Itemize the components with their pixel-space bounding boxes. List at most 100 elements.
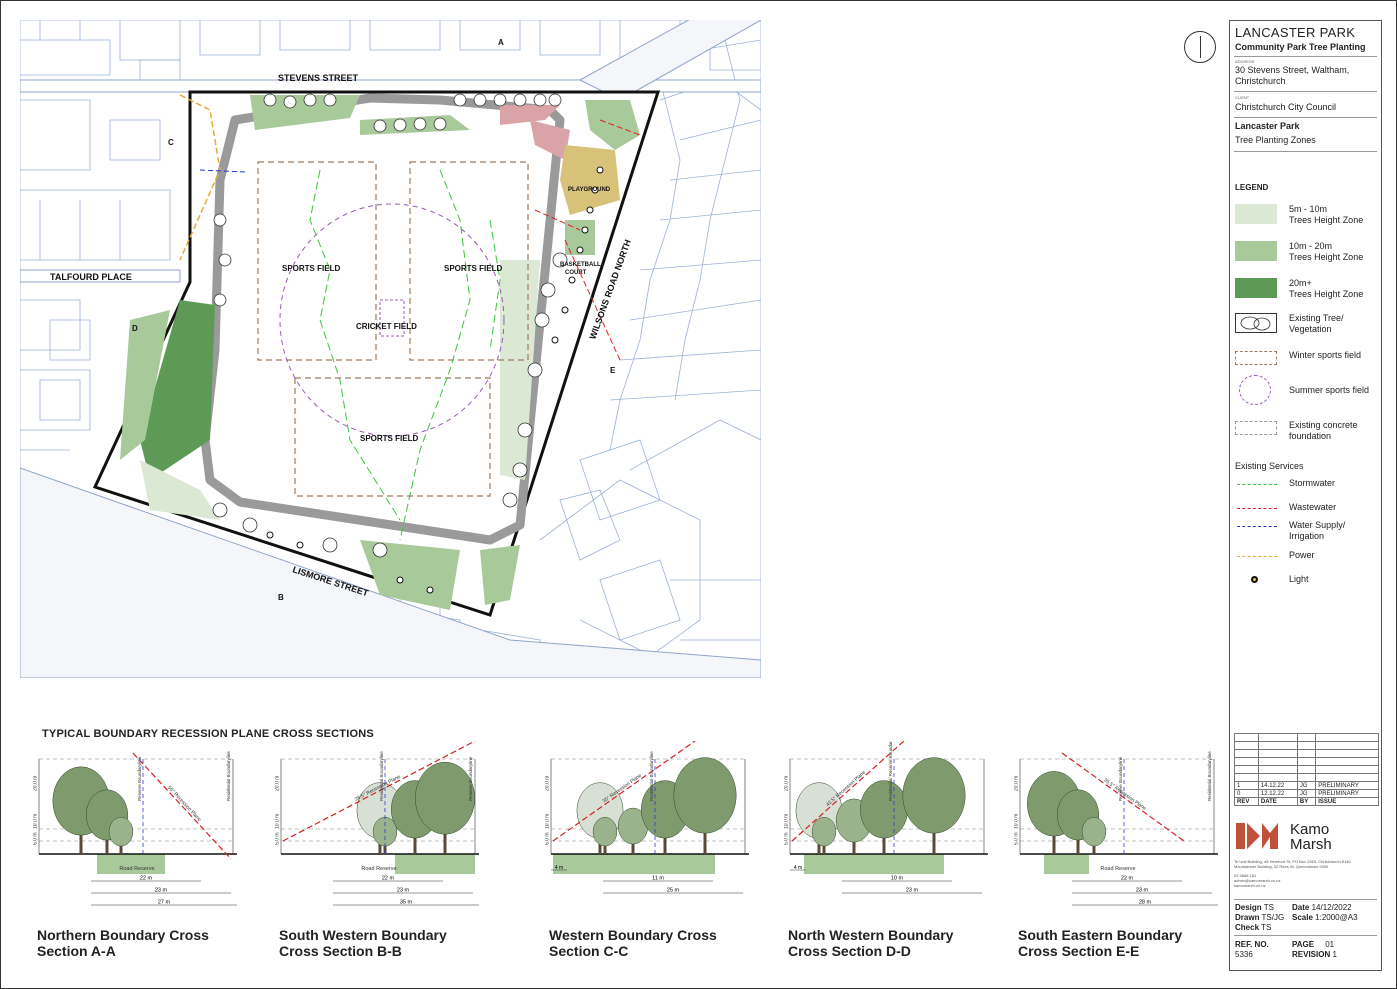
divider [1234, 151, 1377, 152]
dimension-label: 4 m [794, 865, 802, 871]
divider [1234, 935, 1377, 936]
tree-canopy-icon [859, 780, 909, 839]
dimension-label: 22 m [1121, 876, 1134, 882]
legend-label: 5m - 10m [1289, 204, 1328, 214]
talfourd-place-label: TALFOURD PLACE [50, 272, 132, 282]
legend-swatch [1235, 241, 1277, 261]
height-label: 5.0 m [275, 832, 281, 845]
dimension-label: 27 m [158, 900, 171, 906]
section-graphic: 20.0 m 10.0 m 5.0 m 35.5° Recession Plane Ro… [1014, 751, 1218, 906]
cross-section-d-d: 20.0 m 10.0 m 5.0 m 42.5° Recession Plane 4 … [784, 741, 994, 971]
north-arrow-icon [1184, 31, 1216, 63]
legend-item-20m-plus: 20m+ Trees Height Zone [1235, 275, 1380, 301]
legend-label: Existing Tree/ [1289, 313, 1344, 323]
planting-zone-strip [395, 854, 475, 874]
service-label: Power [1289, 550, 1315, 560]
legend-label: 10m - 20m [1289, 241, 1333, 251]
drawn-value: TS/JG [1261, 913, 1285, 922]
date-label: Date [1292, 903, 1310, 912]
cross-section-a-a: 20.0 m 10.0 m 5.0 m 55° Recession Plane Road… [33, 741, 243, 971]
legend-title: LEGEND [1235, 183, 1269, 192]
marker-c: C [168, 138, 174, 147]
tree-canopy-icon [673, 757, 737, 834]
boundary-label: Reserve Boundaryline [468, 756, 473, 801]
legend-item-summer-field: Summer sports field [1235, 375, 1380, 405]
tree-canopy-icon [1081, 817, 1107, 847]
marker-a: A [498, 38, 504, 47]
legend-item-5-10m: 5m - 10m Trees Height Zone [1235, 201, 1380, 227]
section-caption-1: Northern Boundary Cross [37, 927, 209, 943]
address-line-1: 30 Stevens Street, Waltham, [1235, 65, 1350, 75]
drawing-sheet: STEVENS STREET TALFOURD PLACE LISMORE ST… [0, 0, 1397, 989]
legend-item-concrete-foundation: Existing concrete foundation [1235, 417, 1380, 443]
tree-canopy-icon [902, 757, 966, 834]
dimension-label: 11 m [652, 876, 664, 882]
sheet-name: Lancaster Park [1235, 121, 1300, 131]
legend-item-winter-field: Winter sports field [1235, 345, 1380, 371]
service-wastewater: Wastewater [1235, 502, 1380, 516]
height-label: 5.0 m [545, 832, 551, 845]
legend-label: Trees Height Zone [1289, 252, 1364, 262]
boundary-label: Residential Boundaryline [649, 751, 654, 801]
dimension-label: 23 m [906, 888, 919, 894]
height-label: 10.0 m [33, 814, 39, 829]
legend-label: Winter sports field [1289, 350, 1362, 360]
stevens-street-label: STEVENS STREET [278, 73, 359, 83]
marker-e: E [610, 366, 616, 375]
boundary-label: Reserve Boundaryline [137, 756, 142, 801]
height-label: 5.0 m [33, 832, 39, 845]
wastewater-line [1237, 508, 1277, 509]
recession-plane-label: 55° Recession Plane [166, 785, 202, 823]
power-line [1237, 556, 1277, 557]
light-icon [1251, 576, 1258, 583]
legend-label: Vegetation [1289, 324, 1332, 334]
site-plan-canvas: STEVENS STREET TALFOURD PLACE LISMORE ST… [20, 20, 761, 678]
revision-row: 1 14.12.22 JG PRELIMINARY [1234, 781, 1379, 790]
section-caption-2: Cross Section E-E [1018, 943, 1140, 959]
marker-d: D [132, 324, 138, 333]
page-label: PAGE [1292, 940, 1315, 949]
cross-section-b-b: 20.0 m 10.0 m 5.0 m 28.5° Recession Plane Ro… [275, 741, 485, 971]
summer-field-swatch [1239, 375, 1271, 405]
dimension-label: 25 m [667, 888, 680, 894]
section-graphic: 20.0 m10.0 m5.0 m28.5° Recession PlaneRo… [275, 741, 479, 906]
section-caption-1: South Western Boundary [279, 927, 447, 943]
section-caption-1: North Western Boundary [788, 927, 954, 943]
recession-plane-label: 35.5° Recession Plane [1102, 777, 1147, 812]
section-caption-2: Cross Section B-B [279, 943, 402, 959]
height-label: 20.0 m [545, 776, 551, 791]
design-value: TS [1263, 903, 1274, 912]
section-caption-2: Cross Section D-D [788, 943, 911, 959]
title-block: LANCASTER PARK Community Park Tree Plant… [1229, 20, 1382, 971]
height-label: 10.0 m [275, 814, 281, 829]
check-value: TS [1261, 923, 1272, 932]
height-label: 20.0 m [275, 776, 281, 791]
scale-value: 1:2000@A3 [1315, 913, 1358, 922]
tree-canopy-icon [108, 817, 134, 847]
service-power: Power [1235, 550, 1380, 564]
divider [1234, 56, 1377, 57]
road-reserve-label: Road Reserve [119, 866, 154, 872]
road-reserve-label: Road Reserve [361, 866, 396, 872]
legend-label: 20m+ [1289, 278, 1312, 288]
legend-label: Existing concrete [1289, 420, 1358, 430]
basketball-label-2: COURT [565, 270, 587, 276]
tree-vegetation-icon [1235, 313, 1277, 333]
project-title: LANCASTER PARK [1235, 25, 1356, 40]
road-reserve-label: Road Reserve [1100, 866, 1135, 872]
stormwater-line [1237, 484, 1277, 485]
legend-swatch [1235, 204, 1277, 224]
recession-plane-line [132, 752, 232, 860]
service-water-supply: Water Supply/Irrigation [1235, 520, 1380, 544]
drawn-label: Drawn [1235, 913, 1260, 922]
legend-swatch [1235, 278, 1277, 298]
cross-section-c-c: 20.0 m 10.0 m 5.0 m 35° Recession Plane 4 m1… [545, 741, 755, 971]
site-plan: STEVENS STREET TALFOURD PLACE LISMORE ST… [20, 20, 761, 678]
legend-label: Summer sports field [1289, 385, 1370, 395]
height-label: 5.0 m [784, 832, 790, 845]
height-label: 10.0 m [1014, 814, 1020, 829]
revision-header: REV DATE BY ISSUE [1234, 797, 1379, 806]
height-label: 20.0 m [1014, 776, 1020, 791]
dimension-label: 4 m [555, 865, 563, 871]
sports-field-label-west: SPORTS FIELD [282, 264, 340, 273]
